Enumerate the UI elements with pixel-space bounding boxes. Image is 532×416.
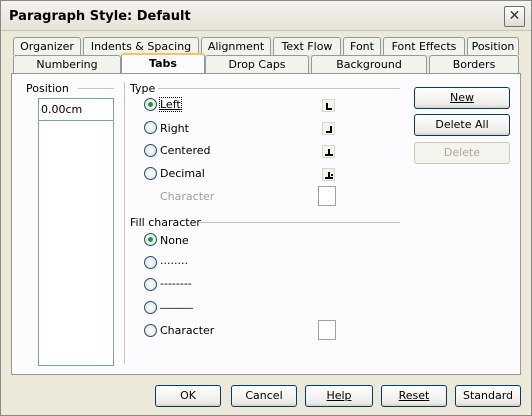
- divider: [124, 82, 125, 364]
- ok-button[interactable]: OK: [155, 385, 221, 407]
- close-button[interactable]: ✕: [504, 6, 525, 27]
- tab-label: Font Effects: [391, 40, 457, 53]
- tab-alignment[interactable]: Alignment: [201, 37, 271, 55]
- type-right-radio[interactable]: [144, 121, 157, 134]
- tab-label: Font: [350, 40, 374, 53]
- button-label: Delete All: [435, 118, 489, 131]
- fill-none-radio[interactable]: [144, 233, 157, 246]
- fill-character-radio[interactable]: [144, 324, 157, 337]
- type-option-text: Left: [160, 98, 181, 111]
- button-label: Cancel: [245, 389, 283, 402]
- position-label: Position: [26, 82, 69, 95]
- button-label: New: [450, 91, 474, 104]
- tab-decimal-icon: [322, 168, 335, 181]
- tab-center-icon: [322, 145, 335, 158]
- new-button[interactable]: New: [414, 87, 510, 109]
- fill-dashes-label[interactable]: --------: [160, 277, 192, 290]
- tab-numbering[interactable]: Numbering: [13, 55, 121, 73]
- tab-label: Position: [471, 40, 515, 53]
- tab-right-icon: [322, 122, 335, 135]
- tab-text-flow[interactable]: Text Flow: [273, 37, 341, 55]
- help-button[interactable]: Help: [305, 385, 373, 407]
- fill-underscore-label[interactable]: ______: [160, 296, 193, 309]
- tab-label: Background: [336, 58, 402, 71]
- fill-none-label[interactable]: None: [160, 234, 189, 247]
- tab-label: Tabs: [149, 57, 177, 70]
- tab-tabs[interactable]: Tabs: [121, 53, 205, 73]
- tab-borders[interactable]: Borders: [429, 55, 519, 73]
- close-icon: ✕: [508, 8, 521, 24]
- tab-label: Numbering: [36, 58, 98, 71]
- delete-button[interactable]: Delete: [414, 142, 510, 164]
- tab-font-effects[interactable]: Font Effects: [383, 37, 465, 55]
- type-character-input[interactable]: [318, 186, 336, 206]
- divider: [158, 88, 400, 89]
- type-left-radio[interactable]: [144, 98, 157, 111]
- tab-left-icon: [322, 99, 335, 112]
- cancel-button[interactable]: Cancel: [231, 385, 297, 407]
- position-list[interactable]: 0.00cm: [38, 98, 114, 366]
- type-left-label[interactable]: Left: [159, 97, 182, 112]
- type-label: Type: [130, 82, 156, 95]
- button-label: Standard: [462, 389, 514, 402]
- button-label: Reset: [398, 389, 430, 402]
- type-centered-radio[interactable]: [144, 144, 157, 157]
- fill-character-input[interactable]: [318, 320, 336, 340]
- type-decimal-label[interactable]: Decimal: [160, 167, 205, 180]
- type-right-label[interactable]: Right: [160, 122, 189, 135]
- button-label: OK: [180, 389, 196, 402]
- divider: [198, 222, 400, 223]
- type-centered-label[interactable]: Centered: [160, 144, 211, 157]
- tab-label: Text Flow: [281, 40, 333, 53]
- type-character-label: Character: [160, 190, 215, 203]
- tab-label: Drop Caps: [228, 58, 286, 71]
- fill-character-option-label[interactable]: Character: [160, 324, 214, 337]
- fill-character-label: Fill character: [130, 216, 201, 229]
- tab-label: Indents & Spacing: [90, 40, 192, 53]
- fill-dots-label[interactable]: ........: [160, 254, 188, 267]
- reset-button[interactable]: Reset: [381, 385, 447, 407]
- title-bar: Paragraph Style: Default ✕: [1, 1, 531, 31]
- tab-background[interactable]: Background: [311, 55, 427, 73]
- tab-label: Alignment: [207, 40, 265, 53]
- button-label: Help: [326, 389, 352, 402]
- fill-dashes-radio[interactable]: [144, 278, 157, 291]
- tab-label: Organizer: [20, 40, 74, 53]
- type-decimal-radio[interactable]: [144, 167, 157, 180]
- tab-font[interactable]: Font: [343, 37, 381, 55]
- position-input[interactable]: 0.00cm: [39, 99, 113, 121]
- tab-organizer[interactable]: Organizer: [13, 37, 81, 55]
- button-label: Delete: [443, 146, 481, 159]
- tab-label: Borders: [452, 58, 496, 71]
- tab-position[interactable]: Position: [467, 37, 519, 55]
- tab-drop-caps[interactable]: Drop Caps: [205, 55, 309, 73]
- fill-dots-radio[interactable]: [144, 256, 157, 269]
- standard-button[interactable]: Standard: [455, 385, 521, 407]
- delete-all-button[interactable]: Delete All: [414, 114, 510, 136]
- divider: [78, 88, 114, 89]
- fill-underscore-radio[interactable]: [144, 301, 157, 314]
- dialog-title: Paragraph Style: Default: [9, 9, 191, 24]
- tabs-panel: Position 0.00cm Type Left Right Centered…: [11, 73, 521, 375]
- paragraph-style-dialog: Paragraph Style: Default ✕ Organizer Ind…: [0, 0, 532, 416]
